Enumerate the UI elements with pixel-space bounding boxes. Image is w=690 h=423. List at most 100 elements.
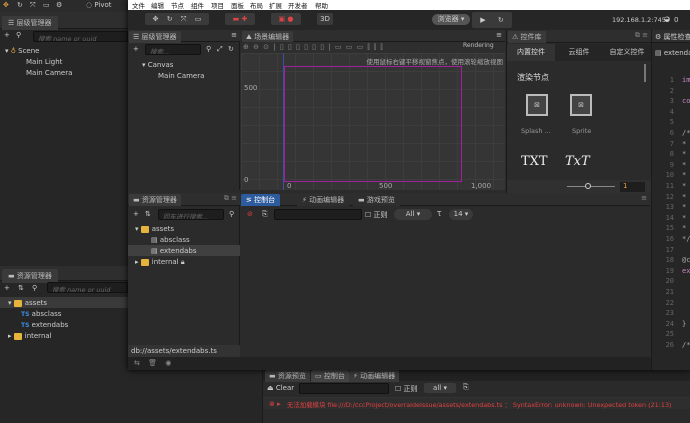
tab-console[interactable]: ▭ 控制台 (311, 370, 349, 382)
menu-node[interactable]: 节点 (171, 0, 184, 10)
menu-icon[interactable]: ≡ (641, 194, 647, 202)
zoom-buttons[interactable]: ⊕ ⊖ ⊙ | ▯ ▯ ▯ ▯ ▯ ▯ | ▭ ▭ ▭ ⫿ ⫿ ⫿ (243, 43, 383, 52)
scale-tool-icon[interactable]: ⤧ (30, 1, 36, 10)
preview-platform-select[interactable]: 浏览器 ▾ (432, 14, 470, 25)
copy-icon[interactable]: ⎘ (463, 383, 469, 392)
tab-console[interactable]: ⋝ 控制台 (241, 194, 281, 206)
tree-item-absclass[interactable]: ▤ absclass (151, 236, 190, 244)
tab-hierarchy[interactable]: ☰ 层级管理器 (2, 16, 58, 30)
tree-item-main-light[interactable]: Main Light (26, 58, 62, 66)
hierarchy-search-input[interactable]: 搜索 name or uuid (33, 31, 128, 42)
hierarchy-search-input[interactable]: 搜索... (145, 44, 201, 55)
tree-item-canvas[interactable]: ▾ Canvas (142, 61, 173, 69)
tab-assets[interactable]: ▬ 资源管理器 (129, 194, 181, 206)
scrollbar[interactable] (644, 64, 646, 82)
scale-slider[interactable] (567, 186, 615, 187)
menu-icon[interactable]: ≡ (496, 31, 502, 39)
play-icon[interactable]: ▶ (480, 16, 485, 24)
rect-icon[interactable]: ▭ (195, 15, 202, 23)
tab-assets[interactable]: ▬ 资源管理器 (2, 269, 58, 283)
assets-search-input[interactable]: 搜索 name or uuid (47, 282, 128, 293)
move-icon[interactable]: ✥ (153, 15, 159, 23)
scale-input[interactable]: 1 (620, 182, 645, 192)
3d-toggle[interactable]: 3D (317, 13, 333, 25)
menu-edit[interactable]: 编辑 (151, 0, 164, 10)
rotate-tool-icon[interactable]: ↻ (17, 1, 23, 9)
level-select[interactable]: all ▾ (424, 383, 456, 393)
richtext-item[interactable]: TxT (565, 154, 590, 169)
menu-panel[interactable]: 面板 (231, 0, 244, 10)
tab-inspector[interactable]: ⚙ 属性检查器 (655, 32, 690, 42)
sync-icon[interactable]: ⇆ (134, 359, 140, 367)
tree-item-absclass[interactable]: TS absclass (21, 310, 61, 318)
copy-icon[interactable]: ⎘ (262, 210, 268, 219)
level-select[interactable]: All ▾ (394, 209, 432, 220)
error-row[interactable]: ⊗ ▸ 无法加载模块 file:///D:/cccProject/overrai… (263, 397, 690, 409)
add-icon[interactable]: + (4, 31, 10, 39)
trash-icon[interactable]: 🗑︎ (148, 359, 157, 367)
sort-icon[interactable]: ⇅ (145, 210, 151, 218)
rect-tool-icon[interactable]: ▭ (43, 1, 50, 9)
refresh-icon[interactable]: ↻ (498, 16, 504, 24)
search-icon[interactable]: ⚲ (206, 45, 211, 53)
tree-item-extendabs[interactable]: TS extendabs (21, 321, 68, 329)
tree-item-internal[interactable]: ▸ internal 🔒︎ (135, 258, 185, 267)
search-icon[interactable]: ⚲ (229, 210, 234, 218)
tree-item-assets[interactable]: ▾ assets (135, 225, 174, 233)
menu-icon[interactable]: ≡ (231, 31, 237, 39)
pivot-button[interactable]: ◌ Pivot (86, 1, 112, 9)
font-size-select[interactable]: 14 ▾ (449, 209, 473, 220)
tab-cloud[interactable]: 云组件 (555, 44, 603, 61)
menu-file[interactable]: 文件 (132, 0, 145, 10)
label-item[interactable]: TXT (521, 154, 548, 169)
clear-button[interactable]: ⏏ Clear (267, 384, 294, 392)
code-editor[interactable]: 1imp23con456/**7 *8 *9 *10 *11 *12 *13 *… (652, 76, 690, 366)
tree-item-main-camera[interactable]: Main Camera (26, 69, 72, 77)
menu-extension[interactable]: 扩展 (269, 0, 282, 10)
tree-item-scene[interactable]: ▾ ♁ Scene (5, 47, 39, 55)
transform-tools[interactable]: ✥ ↻ ⤧ ▭ (145, 13, 209, 25)
tab-animation-editor[interactable]: ⚡ 动画编辑器 (349, 370, 400, 382)
refresh-icon[interactable]: ↻ (228, 45, 234, 53)
search-icon[interactable]: ⚲ (16, 31, 21, 39)
eye-icon[interactable]: ◉ (165, 359, 171, 367)
panel-menu-icons[interactable]: ⧉ ≡ (224, 194, 237, 203)
assets-search-input[interactable]: 回车进行搜索... (158, 209, 224, 220)
clear-icon[interactable]: ⊘ (247, 210, 253, 218)
tab-asset-preview[interactable]: ▬ 资源预览 (265, 370, 310, 382)
tree-item-extendabs[interactable]: ▤ extendabs (151, 247, 197, 255)
console-filter-input[interactable] (274, 209, 362, 220)
add-icon[interactable]: + (4, 284, 10, 292)
menu-developer[interactable]: 开发者 (288, 0, 308, 10)
sort-icon[interactable]: ⇅ (18, 284, 24, 292)
menu-layout[interactable]: 布局 (250, 0, 263, 10)
menu-project[interactable]: 项目 (211, 0, 224, 10)
tab-game-preview[interactable]: ▬ 游戏预览 (353, 194, 400, 206)
tab-animation-editor[interactable]: ⚡ 动画编辑器 (297, 194, 350, 206)
locate-icon[interactable]: ⤢ (217, 45, 223, 54)
tab-library[interactable]: ⚠ 控件库 (508, 31, 546, 43)
add-icon[interactable]: + (133, 45, 139, 53)
play-refresh[interactable]: ▶ ↻ (472, 12, 512, 28)
tab-hierarchy[interactable]: ☰ 层级管理器 (129, 31, 181, 43)
tree-item-assets[interactable]: ▾ assets (8, 299, 47, 307)
console-filter-input[interactable] (299, 383, 389, 394)
regex-checkbox[interactable]: ☐ 正则 (365, 210, 388, 220)
tab-custom[interactable]: 自定义控件 (603, 44, 651, 61)
tree-item-main-camera[interactable]: Main Camera (158, 72, 204, 80)
menu-help[interactable]: 帮助 (315, 0, 328, 10)
menu-component[interactable]: 组件 (191, 0, 204, 10)
scale-icon[interactable]: ⤧ (181, 15, 187, 23)
tree-item-internal[interactable]: ▸ internal (8, 332, 52, 340)
move-tool-icon[interactable]: ✥ (3, 1, 9, 9)
snap-buttons[interactable]: ▣ ● (271, 13, 301, 25)
scene-viewport[interactable]: 使用鼠标右键平移视窗焦点，使用滚轮缩放视图 500 0 0 500 1,000 (241, 53, 505, 190)
panel-menu-icons[interactable]: ⧉ ≡ (635, 31, 648, 40)
rotate-icon[interactable]: ↻ (167, 15, 173, 23)
sprite-item-icon[interactable]: ⊠ (570, 94, 592, 116)
scale-slider-thumb[interactable] (585, 183, 591, 189)
regex-checkbox[interactable]: ☐ 正则 (395, 384, 418, 394)
splash-item-icon[interactable]: ⊠ (526, 94, 548, 116)
tab-builtin[interactable]: 内置控件 (507, 44, 555, 61)
add-icon[interactable]: + (133, 210, 139, 218)
